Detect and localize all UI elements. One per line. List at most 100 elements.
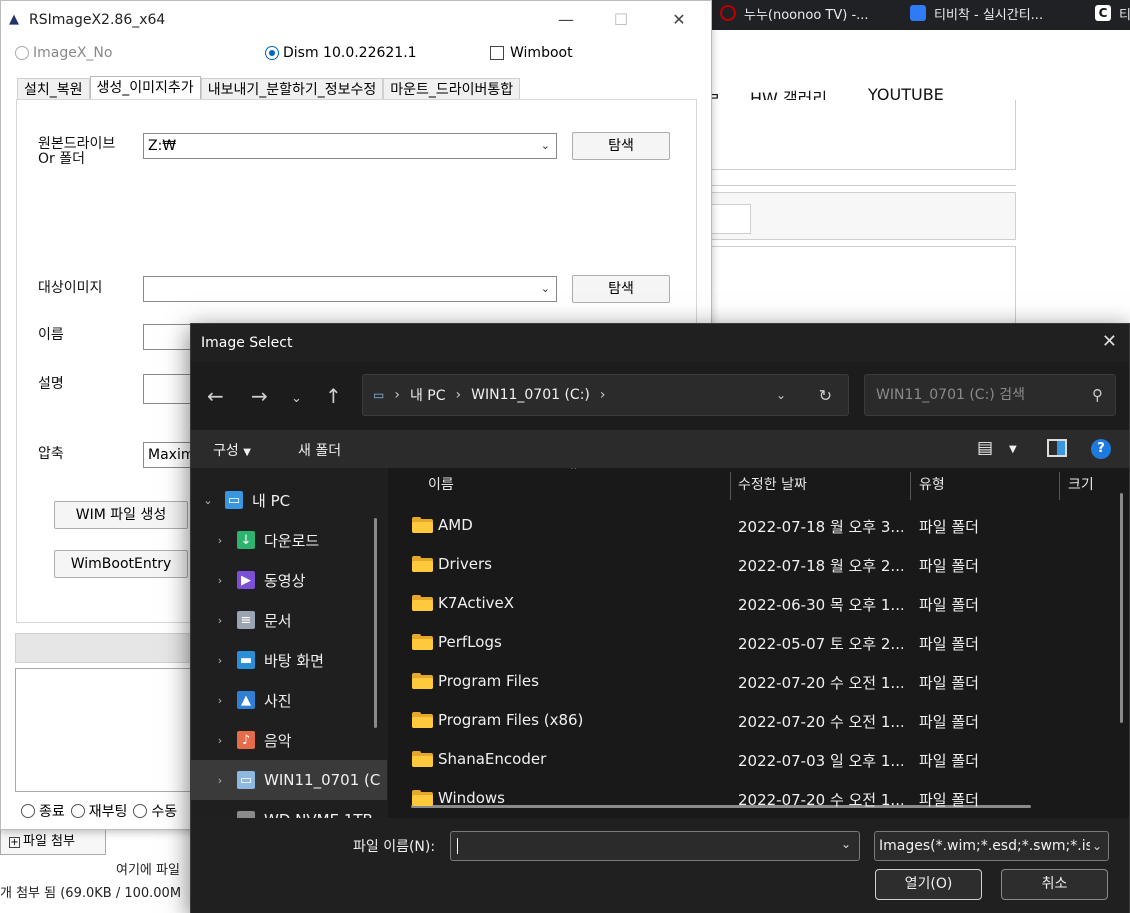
back-arrow-icon[interactable]: ← bbox=[207, 386, 224, 406]
file-modified: 2022-07-03 일 오후 1... bbox=[738, 752, 903, 770]
file-row[interactable]: PerfLogs 2022-05-07 토 오후 2... 파일 폴더 bbox=[388, 622, 1129, 661]
close-icon[interactable]: ✕ bbox=[1102, 331, 1117, 352]
preview-pane-icon[interactable] bbox=[1047, 439, 1067, 457]
file-row[interactable]: Program Files (x86) 2022-07-20 수 오전 1... 파… bbox=[388, 700, 1129, 739]
filename-input[interactable]: ⌄ bbox=[450, 831, 860, 861]
chevron-down-icon[interactable]: ⌄ bbox=[841, 837, 851, 851]
chevron-down-icon[interactable]: ⌄ bbox=[201, 494, 215, 507]
radio-icon[interactable] bbox=[133, 804, 148, 818]
source-browse-button[interactable]: 탐색 bbox=[572, 132, 670, 160]
folder-icon bbox=[412, 556, 433, 572]
open-button[interactable]: 열기(O) bbox=[875, 869, 982, 900]
wimboot-entry-button[interactable]: WimBootEntry bbox=[54, 550, 188, 578]
search-placeholder: WIN11_0701 (C:) 검색 bbox=[876, 387, 1025, 403]
search-input[interactable]: WIN11_0701 (C:) 검색 ⚲ bbox=[864, 374, 1116, 416]
help-icon[interactable]: ? bbox=[1091, 439, 1111, 459]
column-divider[interactable] bbox=[1059, 472, 1060, 500]
column-type[interactable]: 유형 bbox=[919, 468, 945, 502]
new-folder-button[interactable]: 새 폴더 bbox=[298, 440, 341, 460]
caret-down-icon[interactable]: ▼ bbox=[1009, 444, 1017, 455]
refresh-icon[interactable]: ↻ bbox=[819, 386, 832, 405]
nav-item[interactable]: › ▶ 동영상 bbox=[191, 560, 387, 600]
create-wim-button[interactable]: WIM 파일 생성 bbox=[54, 501, 188, 529]
address-bar[interactable]: ▭ › 내 PC › WIN11_0701 (C:) › ⌄ ↻ bbox=[362, 374, 849, 416]
dism-label: Dism 10.0.22621.1 bbox=[283, 45, 417, 61]
wimboot-checkbox[interactable]: Wimboot bbox=[490, 45, 573, 61]
radio-icon[interactable] bbox=[21, 804, 35, 818]
chevron-right-icon[interactable]: › bbox=[213, 694, 227, 707]
imagex-option[interactable]: ImageX_No bbox=[15, 45, 112, 61]
file-row[interactable]: Program Files 2022-07-20 수 오전 1... 파일 폴더 bbox=[388, 661, 1129, 700]
nav-item[interactable]: › ↓ 다운로드 bbox=[191, 520, 387, 560]
chevron-down-icon[interactable]: ⌄ bbox=[776, 388, 786, 402]
column-size[interactable]: 크기 bbox=[1068, 468, 1094, 502]
column-modified[interactable]: 수정한 날짜 bbox=[738, 468, 807, 502]
file-row[interactable]: ShanaEncoder 2022-07-03 일 오후 1... 파일 폴더 bbox=[388, 739, 1129, 778]
nav-item[interactable]: ›▭WD NVME 1TB bbox=[191, 800, 387, 818]
chevron-right-icon[interactable]: › bbox=[213, 734, 227, 747]
view-details-icon[interactable]: ▤ bbox=[977, 438, 993, 458]
file-row[interactable]: AMD 2022-07-18 월 오후 3... 파일 폴더 bbox=[388, 505, 1129, 544]
compression-label: 압축 bbox=[38, 446, 64, 462]
up-arrow-icon[interactable]: ↑ bbox=[325, 386, 342, 406]
nav-item[interactable]: › ▬ 바탕 화면 bbox=[191, 640, 387, 680]
filetype-select[interactable]: Images(*.wim;*.esd;*.swm;*.iso ⌄ bbox=[874, 831, 1109, 861]
cancel-button[interactable]: 취소 bbox=[1001, 869, 1108, 900]
option-manual[interactable]: 수동 bbox=[151, 801, 177, 821]
file-row[interactable]: K7ActiveX 2022-06-30 목 오후 1... 파일 폴더 bbox=[388, 583, 1129, 622]
close-button[interactable]: ✕ bbox=[659, 7, 699, 33]
minimize-button[interactable]: — bbox=[546, 7, 586, 33]
page-input-box[interactable] bbox=[700, 100, 1016, 170]
chevron-right-icon[interactable]: › bbox=[213, 574, 227, 587]
recent-locations-icon[interactable]: ⌄ bbox=[291, 389, 302, 409]
nav-item-label: 사진 bbox=[264, 691, 292, 710]
browser-tab-title: 누누(noonoo TV) -... bbox=[744, 7, 869, 23]
page-editor-box[interactable] bbox=[700, 246, 1016, 326]
dialog-titlebar[interactable]: Image Select bbox=[191, 324, 1129, 362]
target-combo[interactable]: ⌄ bbox=[143, 276, 557, 302]
file-row[interactable]: Drivers 2022-07-18 월 오후 2... 파일 폴더 bbox=[388, 544, 1129, 583]
file-modified: 2022-07-20 수 오전 1... bbox=[738, 791, 903, 809]
nav-item[interactable]: ⌄ ▭ 내 PC bbox=[191, 480, 387, 520]
pc-icon: ▭ bbox=[225, 491, 243, 509]
nav-item[interactable]: › ▭ WIN11_0701 (C bbox=[191, 760, 387, 800]
breadcrumb-root[interactable]: 내 PC bbox=[410, 385, 446, 405]
file-name: PerfLogs bbox=[438, 633, 502, 651]
window-title: RSImageX2.86_x64 bbox=[29, 12, 166, 28]
file-row[interactable]: Windows 2022-07-20 수 오전 1... 파일 폴더 bbox=[388, 778, 1129, 817]
nav-item[interactable]: › ▲ 사진 bbox=[191, 680, 387, 720]
text-caret bbox=[457, 838, 458, 854]
chevron-right-icon[interactable]: › bbox=[213, 774, 227, 787]
browser-tab-noonoo[interactable]: 누누(noonoo TV) -... bbox=[720, 0, 869, 26]
chevron-down-icon: ⌄ bbox=[540, 282, 550, 295]
drive-icon: ▭ bbox=[237, 811, 255, 818]
browser-tab-title: 티 bbox=[1119, 7, 1130, 23]
nav-item[interactable]: › ≡ 문서 bbox=[191, 600, 387, 640]
maximize-button[interactable]: ☐ bbox=[601, 7, 641, 33]
attach-file-button[interactable]: + 파일 첨부 bbox=[0, 828, 106, 855]
chevron-right-icon[interactable]: › bbox=[213, 614, 227, 627]
source-value: Z:₩ bbox=[148, 138, 177, 154]
after-finish-options: 종료 재부팅 수동 bbox=[21, 801, 183, 821]
column-divider[interactable] bbox=[730, 472, 731, 500]
radio-icon[interactable] bbox=[70, 804, 85, 818]
browser-tab-tvchak[interactable]: 티비착 - 실시간티... bbox=[910, 0, 1043, 26]
chevron-right-icon[interactable]: › bbox=[213, 534, 227, 547]
target-browse-button[interactable]: 탐색 bbox=[572, 275, 670, 303]
option-reboot[interactable]: 재부팅 bbox=[89, 801, 128, 821]
option-exit[interactable]: 종료 bbox=[39, 801, 65, 821]
forward-arrow-icon[interactable]: → bbox=[251, 386, 268, 406]
source-combo[interactable]: Z:₩ ⌄ bbox=[143, 133, 557, 159]
radio-icon bbox=[15, 46, 29, 60]
nav-item[interactable]: › ♪ 음악 bbox=[191, 720, 387, 760]
breadcrumb-current[interactable]: WIN11_0701 (C:) bbox=[471, 387, 590, 403]
column-divider[interactable] bbox=[910, 472, 911, 500]
nav-item-label: WIN11_0701 (C bbox=[264, 771, 381, 789]
column-name[interactable]: 이름 bbox=[428, 468, 454, 502]
chevron-right-icon[interactable]: › bbox=[213, 654, 227, 667]
browser-tab-third[interactable]: C 티 bbox=[1095, 0, 1130, 26]
plus-box-icon: + bbox=[9, 837, 20, 848]
dism-option[interactable]: Dism 10.0.22621.1 bbox=[265, 45, 417, 61]
tab-create-add-image[interactable]: 생성_이미지추가 bbox=[89, 76, 201, 101]
organize-menu[interactable]: 구성 ▼ bbox=[213, 440, 251, 460]
